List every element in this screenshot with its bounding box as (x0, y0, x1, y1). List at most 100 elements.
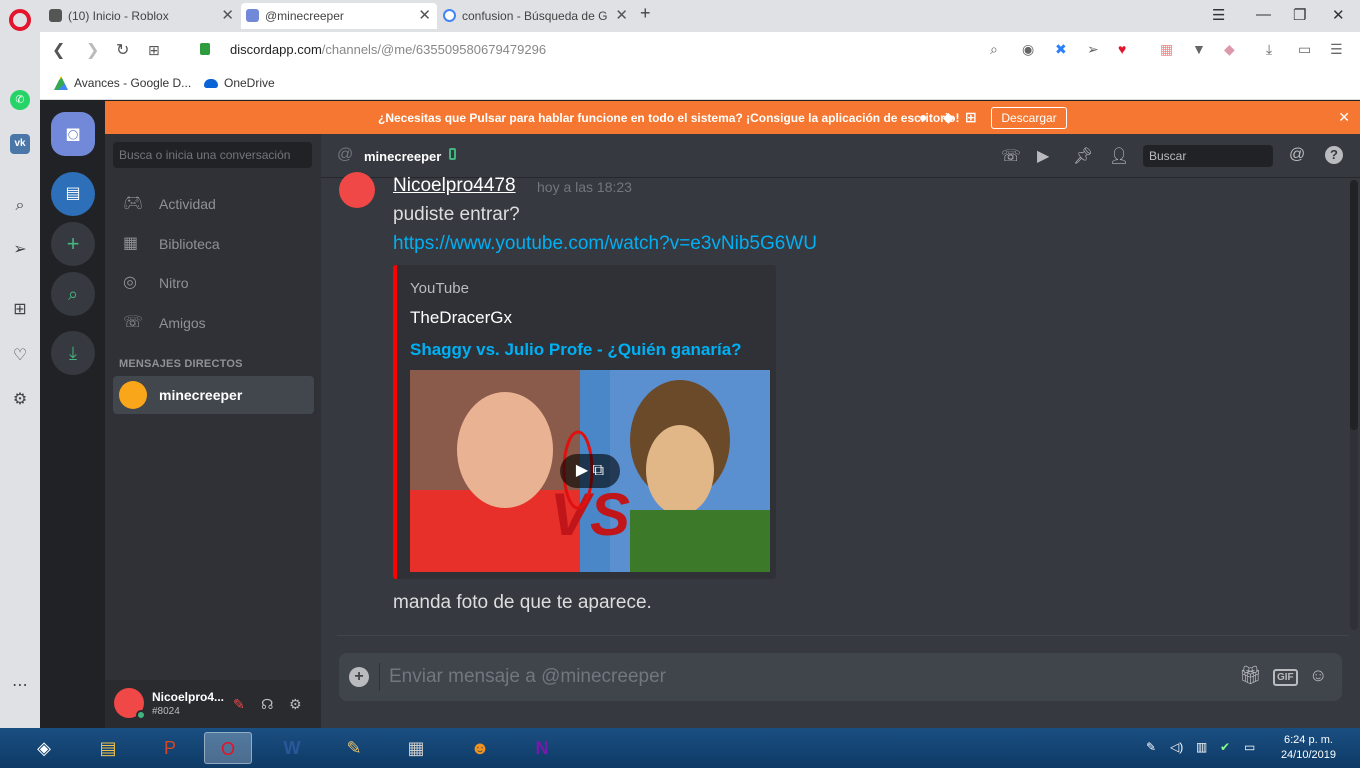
add-friend-icon[interactable]: 👤︎ (1109, 146, 1129, 166)
word-icon[interactable]: W (268, 732, 316, 764)
battery-icon[interactable]: ▭ (1298, 41, 1311, 58)
maximize-button[interactable]: ❐ (1293, 6, 1306, 24)
onenote-icon[interactable]: N (518, 732, 566, 764)
settings-icon[interactable]: ⚙ (10, 390, 30, 410)
bookmark-onedrive[interactable]: OneDrive (204, 76, 275, 90)
security-icon[interactable]: ✔ (1220, 740, 1230, 754)
pin-icon[interactable]: 📌︎ (1073, 146, 1093, 166)
language-icon[interactable]: ✎ (1146, 740, 1156, 754)
new-tab-button[interactable]: + (640, 3, 651, 24)
avatar[interactable] (339, 172, 375, 208)
volume-icon[interactable]: ◁) (1170, 740, 1183, 754)
vpn-icon[interactable]: ▼ (1192, 41, 1206, 57)
message-link[interactable]: https://www.youtube.com/watch?v=e3vNib5G… (393, 233, 817, 255)
forward-icon[interactable]: ❯ (86, 40, 99, 60)
nav-nitro[interactable]: ◎ Nitro (113, 265, 313, 301)
tab-menu-icon[interactable]: ☰ (1212, 6, 1225, 24)
server-icon[interactable]: ▤ (51, 172, 95, 216)
video-thumbnail[interactable]: VS ▶ ⧉ (410, 370, 770, 572)
easy-setup-icon[interactable]: ☰ (1330, 41, 1343, 58)
roblox-favicon-icon (49, 9, 62, 22)
download-icon[interactable]: ⤓ (1266, 41, 1272, 58)
nav-library[interactable]: ▦ Biblioteca (113, 226, 313, 262)
powerpoint-icon[interactable]: P (146, 732, 194, 764)
embed-author[interactable]: TheDracerGx (410, 308, 512, 328)
apple-icon: ● (919, 109, 928, 125)
close-tab-icon[interactable]: ✕ (615, 3, 628, 29)
play-icon[interactable]: ▶ ⧉ (560, 454, 620, 488)
onedrive-icon (204, 79, 218, 88)
speed-dial-icon[interactable]: ⊞ (10, 300, 30, 320)
opera-icon[interactable]: O (204, 732, 252, 764)
gift-icon[interactable]: 🎁︎ (1239, 665, 1262, 686)
search-icon[interactable]: ⌕ (990, 41, 998, 58)
nav-friends[interactable]: ☏ Amigos (113, 305, 313, 341)
more-icon[interactable]: ⋯ (10, 676, 30, 696)
heart-icon[interactable]: ♥ (1118, 41, 1126, 57)
mention-icon[interactable]: @ (1289, 146, 1305, 164)
address-bar: ❮ ❯ ↻ ⊞ discordapp.com/channels/@me/6355… (40, 32, 1360, 68)
file-explorer-icon[interactable]: ▤ (84, 732, 132, 764)
close-window-button[interactable]: ✕ (1332, 6, 1345, 24)
chat-area: @ minecreeper ☏ ▶ 📌︎ 👤︎ Buscar @ ? Nicoe… (321, 134, 1360, 728)
search-icon[interactable]: ⌕ (10, 196, 30, 216)
gif-icon[interactable]: GIF (1273, 669, 1298, 686)
message-author[interactable]: Nicoelpro4478 (393, 175, 516, 197)
minimize-button[interactable]: — (1256, 6, 1271, 23)
settings-icon[interactable]: ⚙ (289, 696, 302, 713)
reload-icon[interactable]: ↻ (116, 40, 129, 60)
start-button[interactable]: ◈ (20, 732, 68, 764)
avatar (119, 381, 147, 409)
video-icon[interactable]: ▶ (1037, 146, 1049, 166)
call-icon[interactable]: ☏ (1001, 146, 1021, 166)
bookmark-google-drive[interactable]: Avances - Google D... (54, 76, 191, 90)
calculator-icon[interactable]: ▦ (392, 732, 440, 764)
scratch-icon[interactable]: ☻ (456, 732, 504, 764)
upload-button[interactable]: + (349, 667, 369, 687)
camera-icon[interactable]: ◉ (1022, 41, 1034, 58)
close-banner-icon[interactable]: ✕ (1338, 109, 1350, 126)
message-timestamp: hoy a las 18:23 (537, 179, 632, 195)
vk-icon[interactable]: vk (10, 134, 30, 154)
url-field[interactable]: discordapp.com/channels/@me/635509580679… (230, 42, 546, 57)
mute-icon[interactable]: ✎ (233, 696, 245, 713)
download-apps-icon[interactable]: ⤓ (51, 331, 95, 375)
download-button[interactable]: Descargar (991, 107, 1067, 129)
embed-provider[interactable]: YouTube (410, 280, 469, 297)
send-icon[interactable]: ➢ (10, 240, 30, 260)
send-icon[interactable]: ➢ (1087, 41, 1099, 58)
nav-activity[interactable]: 🎮︎ Actividad (113, 186, 313, 222)
discord-home-icon[interactable]: ◙ (51, 112, 95, 156)
tab-roblox[interactable]: (10) Inicio - Roblox ✕ (44, 3, 240, 29)
emoji-icon[interactable]: ☺ (1309, 665, 1327, 686)
extension-icon[interactable]: ◆ (1224, 41, 1235, 58)
message-text: pudiste entrar? (393, 204, 520, 225)
opera-logo-icon[interactable] (9, 9, 31, 31)
close-tab-icon[interactable]: ✕ (418, 3, 431, 29)
tab-minecreeper[interactable]: @minecreeper ✕ (241, 3, 437, 29)
clock[interactable]: 6:24 p. m. 24/10/2019 (1281, 733, 1336, 763)
dm-item-minecreeper[interactable]: minecreeper (113, 376, 314, 414)
dm-search-input[interactable]: Busca o inicia una conversación (113, 142, 312, 168)
scrollbar-thumb[interactable] (1350, 180, 1358, 430)
paint-icon[interactable]: ✎ (330, 732, 378, 764)
action-center-icon[interactable]: ▭ (1244, 740, 1255, 754)
network-icon[interactable]: ▥ (1196, 740, 1207, 754)
search-input[interactable]: Buscar (1143, 145, 1273, 167)
adblock-icon[interactable]: ✖ (1055, 41, 1067, 58)
help-icon[interactable]: ? (1325, 146, 1343, 164)
add-server-icon[interactable]: + (51, 222, 95, 266)
grid-icon[interactable]: ⊞ (148, 42, 160, 59)
close-tab-icon[interactable]: ✕ (221, 3, 234, 29)
back-icon[interactable]: ❮ (52, 40, 65, 60)
whatsapp-icon[interactable]: ✆ (10, 90, 30, 110)
message-input[interactable]: Enviar mensaje a @minecreeper (389, 666, 666, 688)
headphones-icon[interactable]: ☊ (261, 696, 273, 713)
bookmarks-bar: Avances - Google D... OneDrive (40, 68, 1360, 100)
browser-tab-bar: (10) Inicio - Roblox ✕ @minecreeper ✕ co… (0, 0, 1360, 32)
extension-icon[interactable]: ▦ (1160, 41, 1173, 58)
heart-icon[interactable]: ♡ (10, 346, 30, 366)
embed-title[interactable]: Shaggy vs. Julio Profe - ¿Quién ganaría? (410, 340, 742, 360)
tab-google[interactable]: confusion - Búsqueda de G ✕ (438, 3, 634, 29)
explore-servers-icon[interactable]: ⌕ (51, 272, 95, 316)
